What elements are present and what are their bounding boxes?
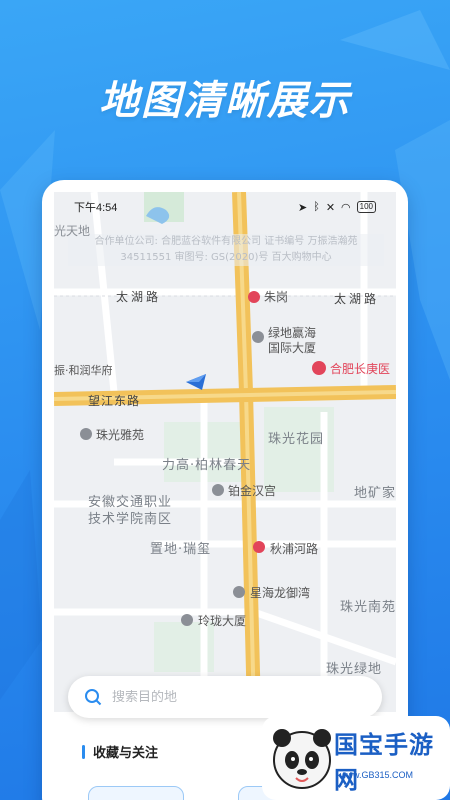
map-label[interactable]: 朱岗 xyxy=(264,288,288,305)
status-bar: 下午4:54 ➤ ᛒ ✕ ◠ 100 xyxy=(54,192,396,222)
favorite-card[interactable] xyxy=(88,786,184,800)
area-label: 力高·柏林春天 xyxy=(162,458,252,473)
road-label-taihu-left: 太湖路 xyxy=(116,290,162,304)
road-label-taihu-right: 太湖路 xyxy=(334,292,380,306)
wifi-icon: ◠ xyxy=(341,201,351,214)
area-label: 安徽交通职业 技术学院南区 xyxy=(88,495,173,527)
map-label[interactable]: 玲珑大厦 xyxy=(198,612,246,629)
map-label[interactable]: 铂金汉宫 xyxy=(228,482,276,499)
area-label: 珠光绿地 xyxy=(326,662,383,677)
road-label-wangjiang: 望江东路 xyxy=(88,394,141,408)
close-icon: ✕ xyxy=(325,201,336,214)
search-bar[interactable] xyxy=(68,676,382,718)
map-label[interactable]: 星海龙御湾 xyxy=(250,584,310,601)
status-time: 下午4:54 xyxy=(74,202,118,214)
map-label[interactable]: 秋浦河路 xyxy=(270,540,318,557)
area-label: 置地·瑞玺 xyxy=(150,542,212,557)
favorites-section: 收藏与关注 xyxy=(82,742,158,761)
area-label: 地矿家 xyxy=(354,486,396,501)
map-label: 光天地 xyxy=(54,224,91,238)
area-label: 珠光南苑 xyxy=(340,600,396,615)
search-input[interactable] xyxy=(112,689,342,705)
favorites-title: 收藏与关注 xyxy=(93,746,159,761)
map-view[interactable]: 下午4:54 ➤ ᛒ ✕ ◠ 100 合作单位公司: 合肥蓝谷软件有限公司 证书… xyxy=(54,192,396,712)
phone-screen: 下午4:54 ➤ ᛒ ✕ ◠ 100 合作单位公司: 合肥蓝谷软件有限公司 证书… xyxy=(42,180,408,800)
map-canvas xyxy=(54,192,396,712)
bluetooth-icon: ᛒ xyxy=(313,201,320,213)
hero-title: 地图清晰展示 xyxy=(99,78,351,124)
battery-icon: 100 xyxy=(356,201,376,213)
map-label[interactable]: 绿地赢海 国际大厦 xyxy=(268,326,316,356)
search-icon xyxy=(85,689,102,706)
location-icon: ➤ xyxy=(297,201,308,214)
map-watermark: 合作单位公司: 合肥蓝谷软件有限公司 证书编号 万振浩瀚苑 34511551 审… xyxy=(68,234,384,266)
brand-url: www.GB315.COM xyxy=(340,770,414,780)
section-accent-bar xyxy=(82,744,85,759)
map-label[interactable]: 珠光雅苑 xyxy=(96,426,144,443)
brand-name: 国宝手游网 xyxy=(334,731,434,794)
map-label: 振·和润华府 xyxy=(54,364,113,377)
area-label: 珠光花园 xyxy=(268,432,325,447)
hospital-label[interactable]: 合肥长庚医 xyxy=(330,360,390,377)
